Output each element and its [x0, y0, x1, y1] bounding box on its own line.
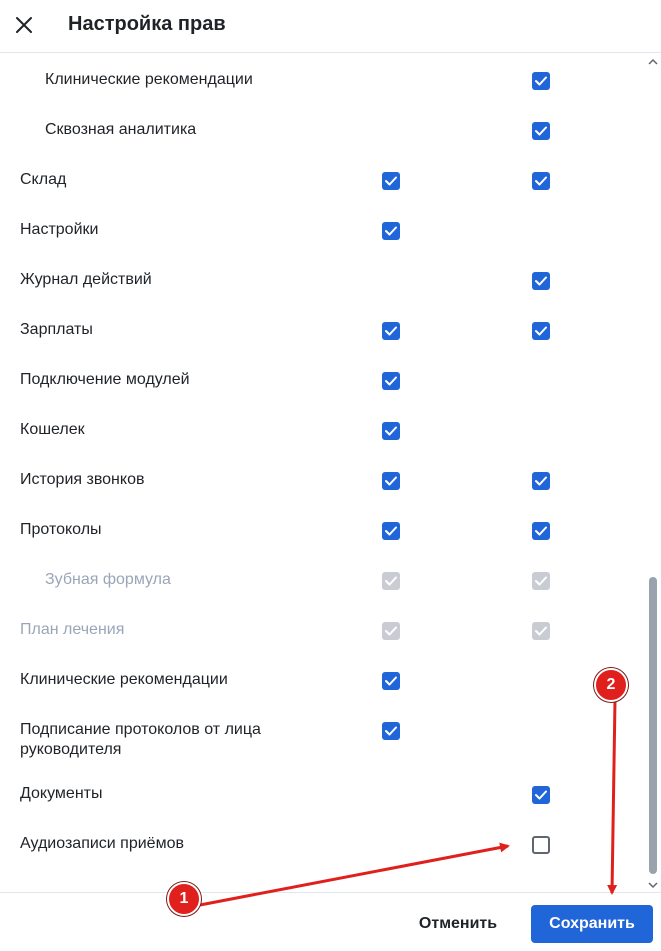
permission-label: Аудиозаписи приёмов: [20, 835, 184, 852]
permission-label: Протоколы: [20, 521, 102, 538]
checkmark-icon: [385, 476, 397, 486]
permission-checkbox-col1[interactable]: [382, 372, 400, 390]
checkmark-icon: [535, 790, 547, 800]
cancel-button[interactable]: Отменить: [402, 905, 514, 943]
permission-row: План лечения: [0, 620, 645, 666]
permission-checkbox-col1[interactable]: [382, 322, 400, 340]
checkmark-icon: [535, 176, 547, 186]
checkmark-icon: [535, 626, 547, 636]
checkmark-icon: [385, 526, 397, 536]
checkmark-icon: [535, 326, 547, 336]
permission-label: Зарплаты: [20, 321, 93, 338]
annotation-badge-1: 1: [167, 882, 201, 916]
permission-checkbox-col1[interactable]: [382, 222, 400, 240]
permission-label: Подключение модулей: [20, 371, 190, 388]
permission-row: Подписание протоколов от лица руководите…: [0, 720, 645, 780]
permission-checkbox-col2[interactable]: [532, 322, 550, 340]
permission-row: Клинические рекомендации: [0, 670, 645, 716]
checkmark-icon: [385, 326, 397, 336]
checkmark-icon: [385, 176, 397, 186]
permission-checkbox-col1[interactable]: [382, 422, 400, 440]
permission-checkbox-col2[interactable]: [532, 786, 550, 804]
permission-row: История звонков: [0, 470, 645, 516]
permission-row: Кошелек: [0, 420, 645, 466]
permission-label: Журнал действий: [20, 271, 152, 288]
permission-row: Клинические рекомендации: [0, 70, 645, 116]
checkmark-icon: [385, 726, 397, 736]
permission-row: Журнал действий: [0, 270, 645, 316]
permission-checkbox-col2[interactable]: [532, 72, 550, 90]
permission-checkbox-col2[interactable]: [532, 836, 550, 854]
checkmark-icon: [385, 676, 397, 686]
permission-label: Документы: [20, 785, 103, 802]
permission-checkbox-col1[interactable]: [382, 172, 400, 190]
permission-label: История звонков: [20, 471, 145, 488]
permission-row: Зарплаты: [0, 320, 645, 366]
permission-checkbox-col1[interactable]: [382, 672, 400, 690]
checkmark-icon: [535, 76, 547, 86]
checkmark-icon: [385, 376, 397, 386]
permission-checkbox-col1[interactable]: [382, 472, 400, 490]
permission-checkbox-col2[interactable]: [532, 472, 550, 490]
permission-label: Зубная формула: [45, 571, 171, 588]
permissions-list: Клинические рекомендации Сквозная аналити…: [0, 54, 645, 892]
permission-row: Зубная формула: [0, 570, 645, 616]
modal-header: Настройка прав: [0, 0, 661, 53]
permission-checkbox-col2[interactable]: [532, 172, 550, 190]
permission-label: Клинические рекомендации: [45, 71, 253, 88]
permission-checkbox-col1[interactable]: [382, 522, 400, 540]
permission-label: Сквозная аналитика: [45, 121, 197, 138]
checkmark-icon: [535, 126, 547, 136]
permission-label: План лечения: [20, 621, 125, 638]
permission-checkbox-col2: [532, 572, 550, 590]
permission-label: Склад: [20, 171, 67, 188]
scroll-down-icon[interactable]: [648, 881, 658, 889]
checkmark-icon: [535, 576, 547, 586]
permission-row: Настройки: [0, 220, 645, 266]
checkmark-icon: [385, 576, 397, 586]
scrollbar-thumb[interactable]: [649, 577, 657, 874]
checkmark-icon: [535, 276, 547, 286]
checkmark-icon: [535, 476, 547, 486]
checkmark-icon: [385, 626, 397, 636]
close-icon: [16, 17, 32, 33]
permission-label: Настройки: [20, 221, 99, 238]
permission-checkbox-col1: [382, 572, 400, 590]
permission-label: Кошелек: [20, 421, 85, 438]
permission-row: Протоколы: [0, 520, 645, 566]
permission-checkbox-col1[interactable]: [382, 722, 400, 740]
permission-label: Подписание протоколов от лица руководите…: [20, 721, 261, 758]
permission-row: Склад: [0, 170, 645, 216]
permission-row: Аудиозаписи приёмов: [0, 834, 645, 880]
permission-checkbox-col2[interactable]: [532, 122, 550, 140]
checkmark-icon: [385, 226, 397, 236]
save-button[interactable]: Сохранить: [531, 905, 653, 943]
permission-checkbox-col1: [382, 622, 400, 640]
permission-row: Подключение модулей: [0, 370, 645, 416]
close-button[interactable]: [10, 11, 38, 39]
permission-row: Документы: [0, 784, 645, 830]
checkmark-icon: [535, 526, 547, 536]
permission-label: Клинические рекомендации: [20, 671, 228, 688]
annotation-badge-2: 2: [594, 668, 628, 702]
permission-checkbox-col2: [532, 622, 550, 640]
checkmark-icon: [385, 426, 397, 436]
permission-row: Сквозная аналитика: [0, 120, 645, 166]
permission-checkbox-col2[interactable]: [532, 272, 550, 290]
page-title: Настройка прав: [68, 13, 226, 35]
permission-checkbox-col2[interactable]: [532, 522, 550, 540]
scroll-up-icon[interactable]: [648, 58, 658, 66]
modal-footer: Отменить Сохранить: [0, 892, 661, 951]
